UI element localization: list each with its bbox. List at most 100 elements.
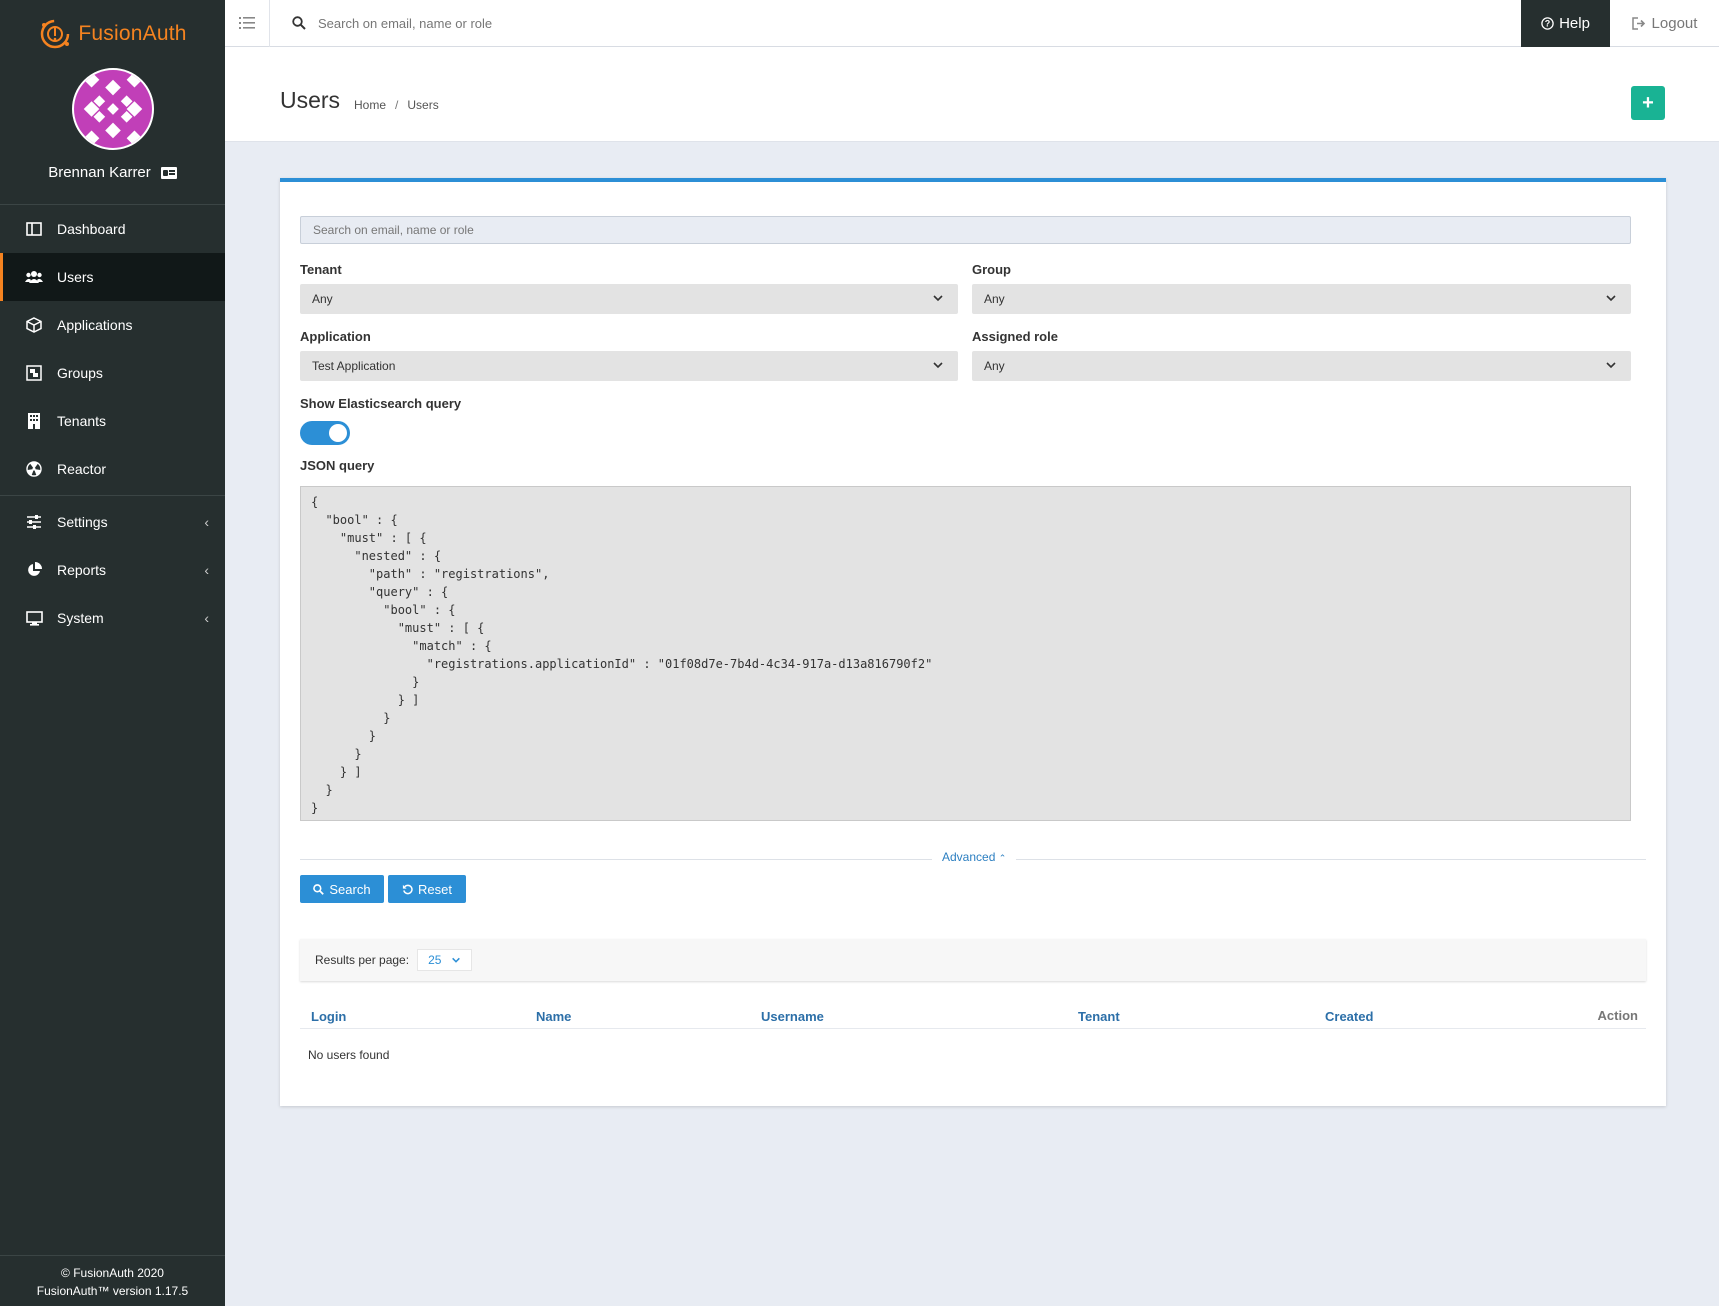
chevron-up-icon: ⌃ xyxy=(998,853,1007,863)
json-query-textarea[interactable]: { "bool" : { "must" : [ { "nested" : { "… xyxy=(300,486,1631,821)
column-name[interactable]: Name xyxy=(536,1009,571,1024)
empty-results-message: No users found xyxy=(308,1048,390,1062)
search-button[interactable]: Search xyxy=(300,875,384,903)
id-card-icon[interactable] xyxy=(160,166,177,179)
column-login[interactable]: Login xyxy=(311,1009,346,1024)
sidebar-item-label: Groups xyxy=(57,365,103,381)
column-username[interactable]: Username xyxy=(761,1009,824,1024)
help-label: Help xyxy=(1559,14,1590,32)
user-search-panel: Tenant Any Group Any Application Test Ap… xyxy=(280,178,1666,1106)
pie-chart-icon xyxy=(25,561,43,579)
avatar[interactable] xyxy=(71,68,154,150)
cube-icon xyxy=(25,316,43,334)
question-circle-icon: ? xyxy=(1541,16,1554,30)
results-per-page-value: 25 xyxy=(428,953,442,967)
sidebar-item-dashboard[interactable]: Dashboard xyxy=(0,205,225,253)
tenant-select[interactable]: Any xyxy=(300,284,958,314)
sign-out-icon xyxy=(1631,16,1645,30)
reactor-icon xyxy=(25,460,43,478)
application-select-value: Test Application xyxy=(312,359,396,373)
search-icon xyxy=(292,16,306,30)
es-query-toggle[interactable] xyxy=(300,421,350,445)
results-per-page-label: Results per page: xyxy=(315,953,410,967)
fusionauth-logo-icon xyxy=(41,19,70,49)
sidebar-item-label: Reactor xyxy=(57,461,107,477)
sidebar-item-system[interactable]: System ‹ xyxy=(0,594,225,642)
breadcrumb-current: Users xyxy=(407,98,439,112)
monitor-icon xyxy=(25,609,43,627)
users-table-header: Login Name Username Tenant Created Actio… xyxy=(300,1005,1646,1029)
chevron-down-icon xyxy=(1606,362,1616,369)
brand[interactable]: FusionAuth xyxy=(0,0,225,68)
results-per-page-select[interactable]: 25 xyxy=(417,949,473,971)
es-query-toggle-label: Show Elasticsearch query xyxy=(300,396,462,411)
search-icon xyxy=(313,883,325,895)
sidebar-nav: Dashboard Users Applications Groups Tena… xyxy=(0,204,225,642)
groups-icon xyxy=(25,364,43,382)
column-created[interactable]: Created xyxy=(1325,1009,1373,1024)
logout-label: Logout xyxy=(1651,14,1698,32)
sidebar-item-label: Settings xyxy=(57,514,108,530)
reset-button[interactable]: Reset xyxy=(388,875,466,903)
reset-button-label: Reset xyxy=(418,881,452,897)
page-header: Users Home / Users + xyxy=(225,47,1719,142)
application-label: Application xyxy=(300,329,371,344)
top-search-input[interactable] xyxy=(318,15,918,31)
sidebar-item-settings[interactable]: Settings ‹ xyxy=(0,498,225,546)
tenant-select-value: Any xyxy=(312,292,333,306)
add-user-button[interactable]: + xyxy=(1631,86,1665,120)
advanced-toggle-link[interactable]: Advanced ⌃ xyxy=(932,850,1017,864)
sidebar-item-groups[interactable]: Groups xyxy=(0,349,225,397)
chevron-down-icon xyxy=(1606,295,1616,302)
sidebar: FusionAuth Brennan Karrer Dashboard User… xyxy=(0,0,225,1306)
menu-toggle-button[interactable] xyxy=(225,0,270,47)
sidebar-item-label: Tenants xyxy=(57,413,107,429)
advanced-label: Advanced xyxy=(942,850,996,864)
sidebar-item-tenants[interactable]: Tenants xyxy=(0,397,225,445)
sidebar-item-reports[interactable]: Reports ‹ xyxy=(0,546,225,594)
search-button-label: Search xyxy=(329,881,371,897)
users-icon xyxy=(25,268,43,286)
user-search-input[interactable] xyxy=(300,216,1631,244)
tenant-label: Tenant xyxy=(300,262,342,277)
sidebar-item-label: Users xyxy=(57,269,94,285)
page-title: Users xyxy=(280,87,341,113)
user-name[interactable]: Brennan Karrer xyxy=(48,164,151,181)
sidebar-footer: © FusionAuth 2020 FusionAuth™ version 1.… xyxy=(0,1255,225,1306)
breadcrumb-home-link[interactable]: Home xyxy=(354,98,386,112)
sidebar-item-label: Applications xyxy=(57,317,133,333)
group-select-value: Any xyxy=(984,292,1005,306)
identicon-avatar xyxy=(73,70,152,148)
brand-name: FusionAuth xyxy=(78,22,187,45)
sidebar-item-label: Reports xyxy=(57,562,107,578)
column-action: Action xyxy=(1597,1008,1638,1023)
copyright-text: © FusionAuth 2020 xyxy=(61,1266,164,1280)
topbar: ? Help Logout xyxy=(225,0,1719,47)
chevron-down-icon xyxy=(933,362,943,369)
chevron-left-icon: ‹ xyxy=(204,562,209,578)
sidebar-item-users[interactable]: Users xyxy=(0,253,225,301)
column-tenant[interactable]: Tenant xyxy=(1078,1009,1120,1024)
breadcrumb: Home / Users xyxy=(354,98,439,112)
chevron-left-icon: ‹ xyxy=(204,514,209,530)
sliders-icon xyxy=(25,513,43,531)
chevron-left-icon: ‹ xyxy=(204,610,209,626)
list-icon xyxy=(239,17,255,29)
version-text: FusionAuth™ version 1.17.5 xyxy=(36,1284,189,1298)
sidebar-item-label: System xyxy=(57,610,104,626)
sidebar-item-reactor[interactable]: Reactor xyxy=(0,445,225,493)
sidebar-item-applications[interactable]: Applications xyxy=(0,301,225,349)
assigned-role-select[interactable]: Any xyxy=(972,351,1631,381)
group-select[interactable]: Any xyxy=(972,284,1631,314)
results-toolbar: Results per page: 25 xyxy=(300,939,1646,981)
svg-text:?: ? xyxy=(1545,18,1551,28)
help-button[interactable]: ? Help xyxy=(1521,0,1610,47)
plus-icon: + xyxy=(1642,91,1654,114)
dashboard-icon xyxy=(25,220,43,238)
chevron-down-icon xyxy=(452,957,461,963)
logout-button[interactable]: Logout xyxy=(1610,0,1719,47)
assigned-role-label: Assigned role xyxy=(972,329,1058,344)
chevron-down-icon xyxy=(933,295,943,302)
top-search xyxy=(270,15,1521,31)
application-select[interactable]: Test Application xyxy=(300,351,958,381)
